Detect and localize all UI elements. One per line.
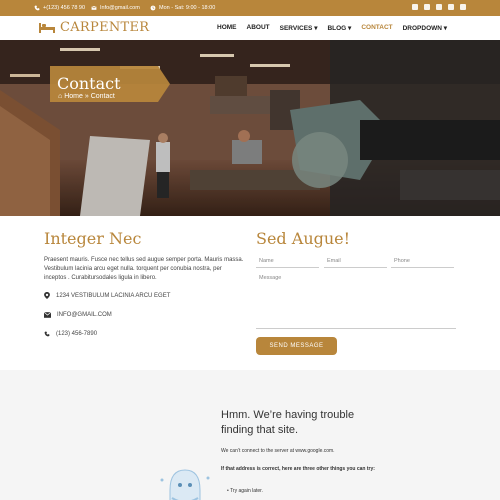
caret-down-icon: ▾	[348, 25, 352, 32]
topbar-phone-text: +(123) 456 78 90	[43, 5, 86, 11]
envelope-icon	[44, 312, 51, 318]
map-marker-icon	[44, 292, 50, 299]
instagram-icon[interactable]	[424, 4, 430, 10]
home-icon: ⌂	[58, 93, 63, 100]
envelope-icon	[91, 5, 97, 10]
name-field[interactable]	[256, 254, 319, 268]
topbar-hours: Mon - Sat: 9:00 - 18:00	[150, 5, 215, 11]
map-error-line-1: We can’t connect to the server at www.go…	[221, 448, 335, 454]
phone-icon	[44, 331, 50, 337]
info-paragraph: Praesent mauris. Fusce nec tellus sed au…	[44, 257, 244, 281]
logo[interactable]: CARPENTER	[38, 20, 149, 35]
map-error-line-2: If that address is correct, here are thr…	[221, 466, 375, 472]
page-title: Contact	[57, 74, 121, 93]
topbar-phone[interactable]: +(123) 456 78 90	[34, 5, 85, 11]
breadcrumb-current: Contact	[90, 93, 115, 100]
map-error-line-3: • Try again later.	[227, 488, 263, 494]
caret-down-icon: ▾	[443, 25, 448, 32]
top-bar: +(123) 456 78 90 Info@gmail.com Mon - Sa…	[0, 0, 500, 16]
address-row: 1234 VESTIBULUM LACINIA ARCU EGET	[44, 292, 170, 299]
topbar-hours-text: Mon - Sat: 9:00 - 18:00	[159, 5, 216, 11]
breadcrumb-home[interactable]: Home	[64, 93, 83, 100]
phone-field[interactable]	[391, 254, 454, 268]
send-message-button[interactable]: SEND MESSAGE	[256, 337, 337, 355]
dinosaur-illustration-icon	[160, 469, 210, 500]
message-field[interactable]	[256, 272, 456, 329]
twitter-icon[interactable]	[412, 4, 418, 10]
nav-contact[interactable]: CONTACT	[361, 24, 392, 32]
nav-dropdown[interactable]: DROPDOWN ▾	[403, 24, 447, 32]
info-heading: Integer Nec	[44, 229, 142, 248]
nav-blog[interactable]: BLOG ▾	[327, 24, 351, 32]
caret-down-icon: ▾	[314, 25, 318, 32]
phone-text[interactable]: (123) 456-7890	[56, 331, 97, 337]
breadcrumb-separator-icon: »	[84, 93, 89, 100]
clock-icon	[150, 5, 156, 11]
logo-text: CARPENTER	[60, 20, 150, 35]
email-row: INFO@GMAIL.COM	[44, 312, 112, 318]
bed-icon	[39, 22, 55, 33]
phone-row: (123) 456-7890	[44, 331, 97, 337]
pinterest-icon[interactable]	[460, 4, 466, 10]
main-nav: HOME ABOUT SERVICES ▾ BLOG ▾ CONTACT DRO…	[217, 24, 447, 32]
email-text[interactable]: INFO@GMAIL.COM	[57, 312, 112, 318]
google-icon[interactable]	[448, 4, 454, 10]
site-header: CARPENTER HOME ABOUT SERVICES ▾ BLOG ▾ C…	[0, 16, 500, 40]
nav-services-label: SERVICES	[279, 25, 313, 32]
phone-icon	[34, 5, 40, 11]
topbar-email[interactable]: Info@gmail.com	[91, 5, 140, 11]
map-error-title: Hmm. We’re having trouble finding that s…	[221, 409, 355, 436]
youtube-icon[interactable]	[436, 4, 442, 10]
nav-blog-label: BLOG	[327, 25, 347, 32]
nav-services[interactable]: SERVICES ▾	[280, 24, 318, 32]
form-heading: Sed Augue!	[256, 229, 351, 248]
social-links	[412, 4, 466, 10]
nav-dropdown-label: DROPDOWN	[402, 25, 442, 32]
topbar-email-text: Info@gmail.com	[100, 5, 140, 11]
nav-about[interactable]: ABOUT	[247, 24, 270, 32]
breadcrumb: ⌂ Home » Contact	[58, 93, 115, 100]
nav-home[interactable]: HOME	[217, 24, 237, 32]
address-text: 1234 VESTIBULUM LACINIA ARCU EGET	[56, 292, 171, 299]
map-error-line-3-text: Try again later.	[230, 488, 263, 494]
email-field[interactable]	[324, 254, 387, 268]
